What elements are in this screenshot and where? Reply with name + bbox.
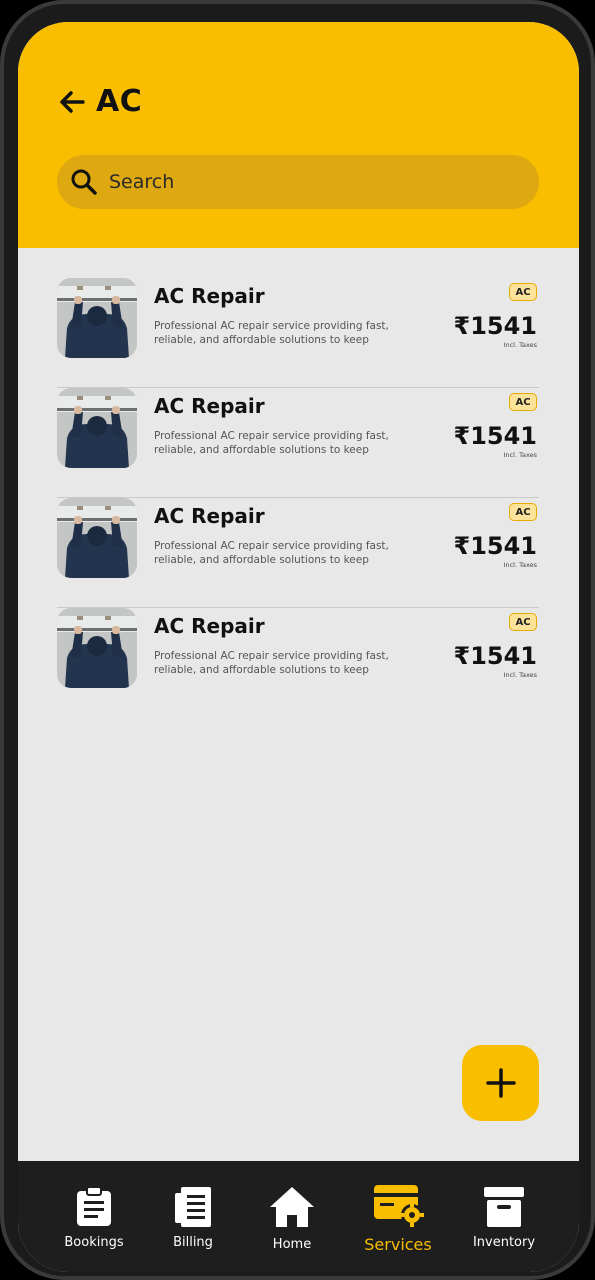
nav-item-bookings[interactable]: Bookings [44,1183,144,1250]
search-icon [69,167,99,197]
tax-note: Incl. Taxes [503,671,537,679]
service-price: ₹1541 [453,642,538,670]
nav-item-billing[interactable]: Billing [143,1183,243,1250]
bottom-nav: Bookings Billing Home Services Inventory [18,1161,579,1272]
service-description: Professional AC repair service providing… [154,650,389,676]
service-thumbnail [57,278,137,358]
back-arrow-icon[interactable] [58,88,86,116]
category-badge: AC [509,393,537,411]
service-item[interactable]: AC Repair Professional AC repair service… [57,278,539,388]
search-input[interactable]: Search [109,171,174,193]
home-icon [242,1183,342,1227]
service-price: ₹1541 [453,532,538,560]
nav-item-home[interactable]: Home [242,1183,342,1252]
service-name: AC Repair [154,284,265,308]
plus-icon [485,1068,516,1098]
nav-label: Services [364,1235,432,1254]
page-title: AC [96,84,143,119]
service-item[interactable]: AC Repair Professional AC repair service… [57,388,539,498]
service-list: AC Repair Professional AC repair service… [57,278,539,718]
service-item[interactable]: AC Repair Professional AC repair service… [57,498,539,608]
phone-frame: AC Search AC Repair Professional AC repa… [0,0,595,1280]
app-screen: AC Search AC Repair Professional AC repa… [18,22,579,1272]
tax-note: Incl. Taxes [503,451,537,459]
title-row: AC [58,84,142,119]
service-settings-icon [348,1183,448,1227]
add-service-button[interactable] [462,1045,539,1121]
service-description: Professional AC repair service providing… [154,540,389,566]
header: AC Search [18,22,579,248]
service-name: AC Repair [154,614,265,638]
nav-item-services[interactable]: Services [348,1183,448,1254]
nav-label: Bookings [64,1235,124,1250]
clipboard-icon [44,1183,144,1227]
nav-label: Inventory [472,1235,536,1250]
nav-label: Billing [173,1235,213,1250]
category-badge: AC [509,283,537,301]
service-name: AC Repair [154,394,265,418]
service-description: Professional AC repair service providing… [154,320,389,346]
category-badge: AC [509,613,537,631]
service-description: Professional AC repair service providing… [154,430,389,456]
service-price: ₹1541 [453,422,538,450]
service-name: AC Repair [154,504,265,528]
tax-note: Incl. Taxes [503,341,537,349]
service-thumbnail [57,388,137,468]
service-thumbnail [57,498,137,578]
service-thumbnail [57,608,137,688]
search-bar[interactable]: Search [57,155,539,209]
service-price: ₹1541 [453,312,538,340]
receipt-icon [143,1183,243,1227]
service-item[interactable]: AC Repair Professional AC repair service… [57,608,539,718]
archive-box-icon [454,1183,554,1227]
nav-item-inventory[interactable]: Inventory [454,1183,554,1250]
phone-bezel: AC Search AC Repair Professional AC repa… [4,4,591,1276]
tax-note: Incl. Taxes [503,561,537,569]
nav-label: Home [272,1237,312,1252]
category-badge: AC [509,503,537,521]
